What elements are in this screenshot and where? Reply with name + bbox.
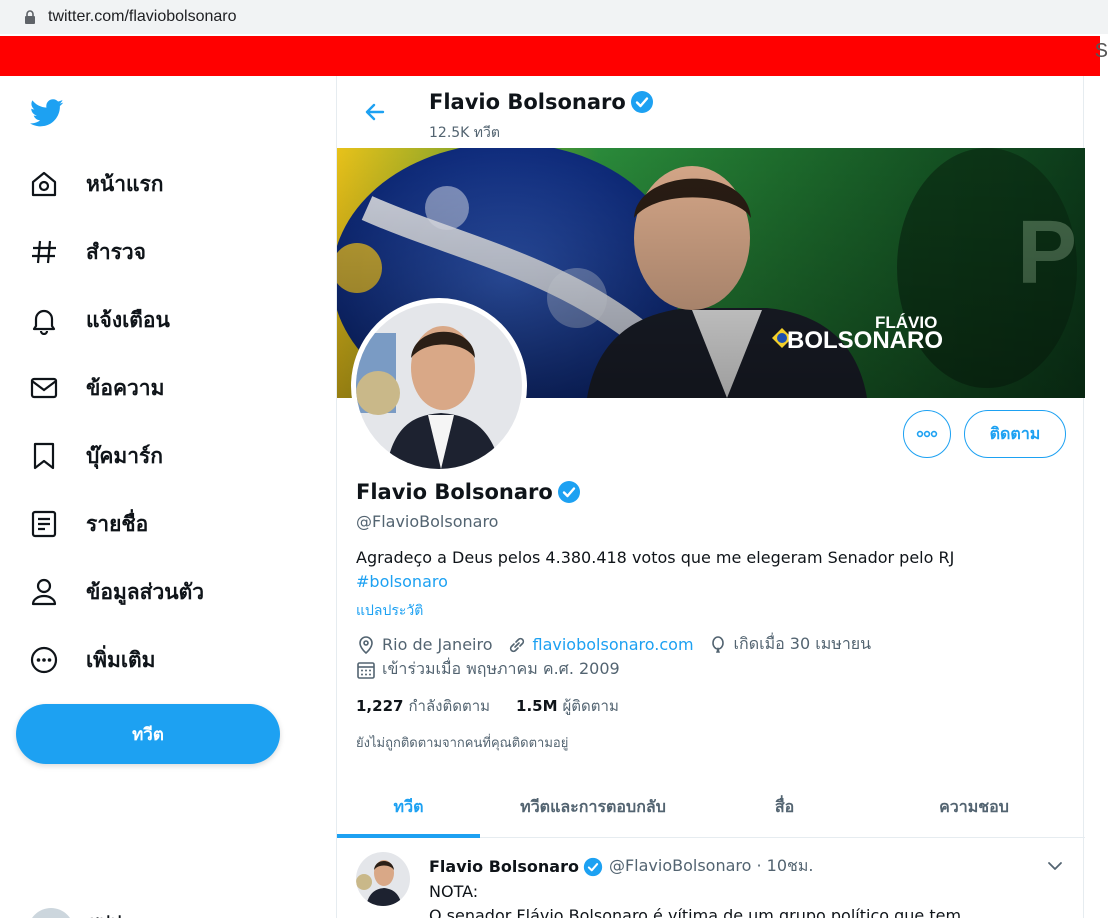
redaction-bar xyxy=(0,36,1100,76)
banner-text-bottom: BOLSONARO xyxy=(787,327,943,354)
tweet-text: NOTA: O senador Flávio Bolsonaro é vítim… xyxy=(429,880,1069,918)
tweet-handle-time[interactable]: @FlavioBolsonaro · 10ชม. xyxy=(609,854,814,879)
sidebar-item-label: ข้อมูลส่วนตัว xyxy=(86,579,205,604)
tab-likes[interactable]: ความชอบ xyxy=(863,776,1085,838)
bio-hashtag-link[interactable]: #bolsonaro xyxy=(356,570,1056,594)
following-count: 1,227 xyxy=(356,697,404,715)
profile-header: Flavio Bolsonaro 12.5K ทวีต xyxy=(337,76,1085,148)
browser-address-bar[interactable]: twitter.com/flaviobolsonaro xyxy=(0,0,1108,34)
sidebar-item-label: หน้าแรก xyxy=(86,171,164,196)
home-icon xyxy=(28,168,60,200)
bell-icon xyxy=(28,304,60,336)
profile-bio: Agradeço a Deus pelos 4.380.418 votos qu… xyxy=(356,546,1056,594)
joined-text: เข้าร่วมเมื่อ พฤษภาคม ค.ศ. 2009 xyxy=(382,659,620,678)
location-pin-icon xyxy=(359,635,373,654)
profile-icon xyxy=(28,576,60,608)
avatar-photo xyxy=(356,303,522,469)
verified-badge-icon xyxy=(557,481,580,503)
profile-meta-row: Rio de Janeiro flaviobolsonaro.com เกิดเ… xyxy=(356,632,871,657)
hashtag-icon xyxy=(28,236,60,268)
tweet-header: Flavio Bolsonaro @FlavioBolsonaro · 10ชม… xyxy=(429,854,814,879)
calendar-icon xyxy=(357,661,375,679)
sidebar-item-explore[interactable]: สำรวจ xyxy=(28,230,146,274)
bio-text: Agradeço a Deus pelos 4.380.418 votos qu… xyxy=(356,548,955,567)
bookmark-icon xyxy=(28,440,60,472)
sidebar-item-bookmarks[interactable]: บุ๊คมาร์ก xyxy=(28,434,163,478)
profile-avatar[interactable] xyxy=(351,298,527,474)
sidebar: หน้าแรก สำรวจ แจ้งเตือน ข้อความ บุ๊คมาร์… xyxy=(0,76,336,918)
follow-stats: 1,227 กำลังติดตาม 1.5M ผู้ติดตาม xyxy=(356,694,619,718)
tweet-button[interactable]: ทวีต xyxy=(16,704,280,764)
sidebar-item-label: เพิ่มเติม xyxy=(86,647,156,672)
profile-column: Flavio Bolsonaro 12.5K ทวีต FLÁVIO BOLSO… xyxy=(336,76,1085,918)
sidebar-item-notifications[interactable]: แจ้งเตือน xyxy=(28,298,170,342)
sidebar-item-lists[interactable]: รายชื่อ xyxy=(28,502,148,546)
profile-tabs: ทวีต ทวีตและการตอบกลับ สื่อ ความชอบ xyxy=(337,776,1085,838)
website-link[interactable]: flaviobolsonaro.com xyxy=(533,635,694,654)
header-name-text: Flavio Bolsonaro xyxy=(429,90,626,114)
location-text: Rio de Janeiro xyxy=(382,635,493,654)
balloon-icon xyxy=(711,635,724,653)
tab-media[interactable]: สื่อ xyxy=(706,776,863,838)
sidebar-item-home[interactable]: หน้าแรก xyxy=(28,162,164,206)
profile-name: Flavio Bolsonaro xyxy=(356,480,581,504)
verified-badge-icon xyxy=(630,91,653,113)
sidebar-item-label: ข้อความ xyxy=(86,375,165,400)
tab-tweets-and-replies[interactable]: ทวีตและการตอบกลับ xyxy=(480,776,706,838)
back-arrow-icon[interactable] xyxy=(363,100,387,124)
edge-glyph: S xyxy=(1094,40,1108,62)
sidebar-item-label: แจ้งเตือน xyxy=(86,307,170,332)
not-followed-note: ยังไม่ถูกติดตามจากคนที่คุณติดตามอยู่ xyxy=(356,736,569,751)
link-icon xyxy=(509,637,524,652)
verified-badge-icon xyxy=(583,857,603,876)
sidebar-item-label: สำรวจ xyxy=(86,239,146,264)
account-avatar[interactable] xyxy=(28,908,74,918)
follow-button[interactable]: ติดตาม xyxy=(964,410,1066,458)
sidebar-item-profile[interactable]: ข้อมูลส่วนตัว xyxy=(28,570,204,614)
following-label: กำลังติดตาม xyxy=(408,697,491,715)
account-name[interactable]: ชฟฟ xyxy=(88,910,122,918)
tweet-item[interactable]: Flavio Bolsonaro @FlavioBolsonaro · 10ชม… xyxy=(337,838,1085,918)
following-link[interactable]: 1,227 กำลังติดตาม xyxy=(356,694,490,718)
tweet-text-line: O senador Flávio Bolsonaro é vítima de u… xyxy=(429,906,962,918)
sidebar-item-label: บุ๊คมาร์ก xyxy=(86,443,164,468)
tweet-author-name[interactable]: Flavio Bolsonaro xyxy=(429,857,579,876)
tab-tweets[interactable]: ทวีต xyxy=(337,776,480,838)
followers-link[interactable]: 1.5M ผู้ติดตาม xyxy=(516,694,619,718)
profile-name-text: Flavio Bolsonaro xyxy=(356,480,553,504)
list-icon xyxy=(28,508,60,540)
more-dots-icon xyxy=(916,430,938,438)
tweet-avatar-photo xyxy=(356,852,410,906)
tweet-avatar[interactable] xyxy=(356,852,410,906)
translate-bio-link[interactable]: แปลประวัติ xyxy=(356,600,423,622)
followers-count: 1.5M xyxy=(516,697,558,715)
chevron-down-icon[interactable] xyxy=(1045,856,1065,876)
sidebar-item-label: รายชื่อ xyxy=(86,511,149,536)
header-name: Flavio Bolsonaro xyxy=(429,90,654,114)
sidebar-item-more[interactable]: เพิ่มเติม xyxy=(28,638,156,682)
tweet-count: 12.5K ทวีต xyxy=(429,125,500,141)
more-circle-icon xyxy=(28,644,60,676)
mail-icon xyxy=(28,372,60,404)
lock-icon xyxy=(25,10,35,24)
more-options-button[interactable] xyxy=(903,410,951,458)
profile-handle: @FlavioBolsonaro xyxy=(356,512,499,531)
tweet-text-line: NOTA: xyxy=(429,882,479,901)
profile-joined-row: เข้าร่วมเมื่อ พฤษภาคม ค.ศ. 2009 xyxy=(356,657,620,682)
url-text[interactable]: twitter.com/flaviobolsonaro xyxy=(48,8,237,26)
twitter-bird-icon[interactable] xyxy=(28,96,66,130)
birthday-text: เกิดเมื่อ 30 เมษายน xyxy=(733,634,872,653)
sidebar-item-messages[interactable]: ข้อความ xyxy=(28,366,164,410)
followers-label: ผู้ติดตาม xyxy=(562,697,619,715)
